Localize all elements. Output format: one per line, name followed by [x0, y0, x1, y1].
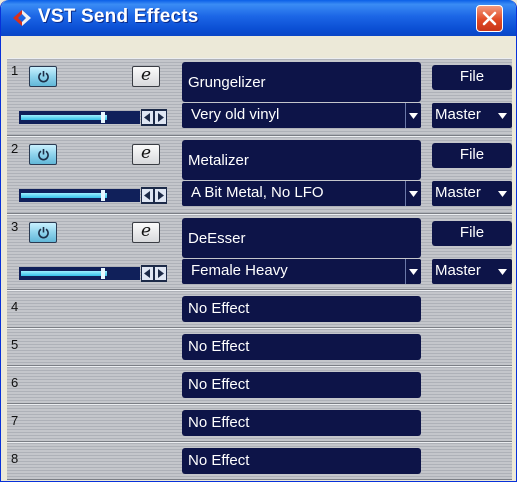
slot-number: 4	[11, 299, 19, 314]
power-icon	[38, 71, 49, 83]
slider-knob[interactable]	[101, 268, 105, 279]
preset-name: Female Heavy	[191, 262, 288, 279]
power-button[interactable]	[29, 144, 57, 165]
slider-knob[interactable]	[101, 112, 105, 123]
file-button[interactable]: File	[432, 221, 512, 246]
preset-name: Very old vinyl	[191, 106, 280, 123]
effect-slot-3: 3 e DeEsser Female Heavy File Master	[7, 214, 512, 290]
output-name: Master	[435, 262, 481, 279]
preset-nav-arrows	[141, 187, 167, 204]
preset-nav-arrows	[141, 265, 167, 282]
slider-fill	[21, 115, 107, 120]
prev-preset-button[interactable]	[142, 267, 153, 280]
effect-selector[interactable]: No Effect	[182, 334, 421, 360]
slot-number: 6	[11, 375, 19, 390]
edit-icon: e	[140, 143, 152, 163]
effect-selector[interactable]: No Effect	[182, 410, 421, 436]
output-dropdown[interactable]: Master	[432, 103, 512, 128]
slider-fill	[21, 271, 107, 276]
arrow-left-icon	[144, 269, 150, 278]
effect-selector[interactable]: No Effect	[182, 296, 421, 322]
arrow-left-icon	[144, 191, 150, 200]
effect-selector[interactable]: Grungelizer	[182, 62, 421, 102]
file-button[interactable]: File	[432, 65, 512, 90]
effect-slot-7: 7 No Effect	[7, 404, 512, 442]
arrow-right-icon	[158, 191, 164, 200]
slot-number: 7	[11, 413, 19, 428]
power-icon	[38, 227, 49, 239]
file-button[interactable]: File	[432, 143, 512, 168]
slot-number: 3	[11, 219, 19, 234]
power-button[interactable]	[29, 222, 57, 243]
output-dropdown[interactable]: Master	[432, 259, 512, 284]
output-name: Master	[435, 106, 481, 123]
effect-slot-1: 1 e Grungelizer Very old vinyl File Master	[7, 58, 512, 136]
preset-name: A Bit Metal, No LFO	[191, 184, 324, 201]
chevron-down-icon	[498, 269, 507, 275]
effect-slot-8: 8 No Effect	[7, 442, 512, 480]
edit-button[interactable]: e	[132, 66, 160, 87]
effect-selector[interactable]: No Effect	[182, 448, 421, 474]
preset-nav-arrows	[141, 109, 167, 126]
window-title: VST Send Effects	[38, 6, 199, 27]
output-name: Master	[435, 184, 481, 201]
preset-dropdown[interactable]: A Bit Metal, No LFO	[182, 181, 421, 206]
arrow-left-icon	[144, 113, 150, 122]
effect-slot-4: 4 No Effect	[7, 290, 512, 328]
vst-send-effects-window: VST Send Effects 1 e Grungelizer Very old v…	[0, 0, 517, 482]
close-icon	[482, 11, 497, 26]
edit-button[interactable]: e	[132, 222, 160, 243]
effect-slot-6: 6 No Effect	[7, 366, 512, 404]
preset-dropdown[interactable]: Female Heavy	[182, 259, 421, 284]
close-button[interactable]	[476, 5, 503, 32]
edit-icon: e	[140, 221, 152, 241]
edit-icon: e	[140, 65, 152, 85]
chevron-down-icon	[405, 259, 421, 284]
edit-button[interactable]: e	[132, 144, 160, 165]
slot-number: 1	[11, 63, 19, 78]
prev-preset-button[interactable]	[142, 111, 153, 124]
slot-number: 8	[11, 451, 19, 466]
next-preset-button[interactable]	[155, 111, 166, 124]
chevron-down-icon	[405, 103, 421, 128]
effect-selector[interactable]: DeEsser	[182, 218, 421, 258]
effect-selector[interactable]: No Effect	[182, 372, 421, 398]
chevron-down-icon	[498, 113, 507, 119]
chevron-down-icon	[498, 191, 507, 197]
cubase-logo-icon	[13, 10, 31, 26]
output-dropdown[interactable]: Master	[432, 181, 512, 206]
effect-slot-2: 2 e Metalizer A Bit Metal, No LFO File Master	[7, 136, 512, 214]
chevron-down-icon	[405, 181, 421, 206]
slider-fill	[21, 193, 107, 198]
slot-number: 2	[11, 141, 19, 156]
title-bar[interactable]: VST Send Effects	[1, 0, 516, 36]
power-icon	[38, 149, 49, 161]
arrow-right-icon	[158, 269, 164, 278]
effect-selector[interactable]: Metalizer	[182, 140, 421, 180]
next-preset-button[interactable]	[155, 189, 166, 202]
slider-knob[interactable]	[101, 190, 105, 201]
effect-slot-5: 5 No Effect	[7, 328, 512, 366]
slot-number: 5	[11, 337, 19, 352]
next-preset-button[interactable]	[155, 267, 166, 280]
power-button[interactable]	[29, 66, 57, 87]
preset-dropdown[interactable]: Very old vinyl	[182, 103, 421, 128]
prev-preset-button[interactable]	[142, 189, 153, 202]
arrow-right-icon	[158, 113, 164, 122]
